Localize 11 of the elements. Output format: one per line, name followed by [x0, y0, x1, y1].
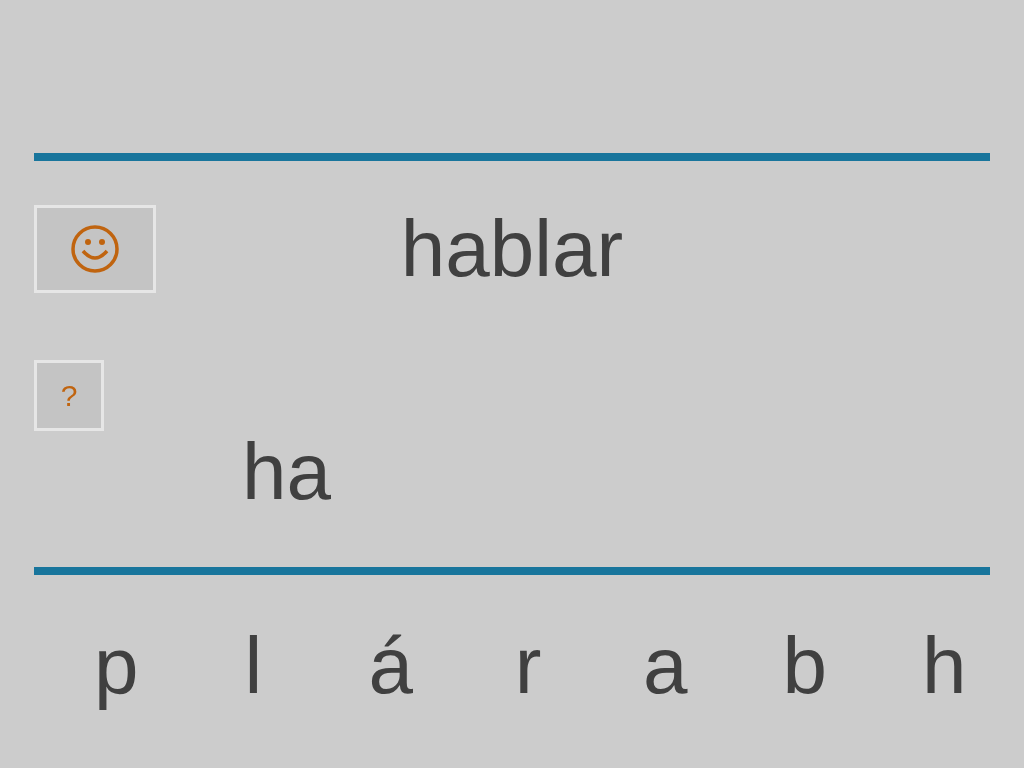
- letter-tile[interactable]: p: [94, 620, 139, 712]
- answer-text: ha: [242, 427, 331, 517]
- letter-tile[interactable]: b: [782, 620, 827, 712]
- target-word: hablar: [400, 204, 624, 294]
- letter-tile[interactable]: l: [233, 620, 274, 712]
- smiley-icon: [69, 223, 121, 275]
- letter-tile[interactable]: á: [368, 620, 413, 712]
- letter-tile[interactable]: r: [508, 620, 548, 712]
- letter-tile[interactable]: a: [643, 620, 688, 712]
- smiley-button[interactable]: [34, 205, 156, 293]
- letter-tile[interactable]: h: [922, 620, 967, 712]
